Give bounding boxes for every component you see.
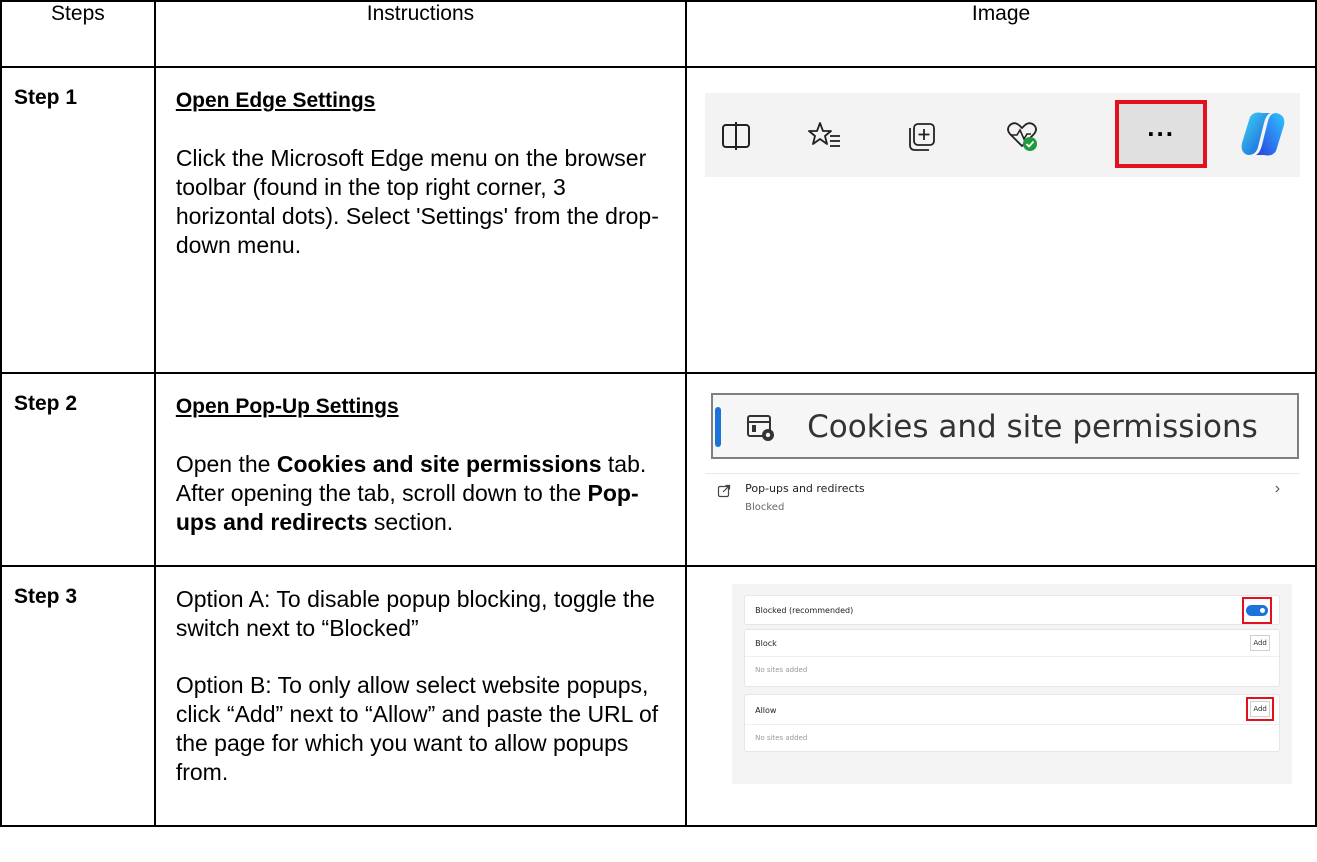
step-1-image: ... [685,66,1317,374]
popup-icon [718,484,731,498]
step-2-instructions: Open Pop-Up Settings Open the Cookies an… [153,372,688,567]
blocked-card: Blocked (recommended) [744,595,1281,625]
popups-redirects-row[interactable]: Pop-ups and redirects Blocked › [705,476,1301,536]
step-2-heading: Open Pop-Up Settings [175,395,399,418]
browser-essentials-icon[interactable] [1005,119,1039,153]
step-1-label: Step 1 [0,66,156,374]
block-add-button[interactable]: Add [1250,635,1271,651]
copilot-icon[interactable] [1236,107,1290,161]
divider [705,473,1301,474]
blocked-toggle[interactable] [1246,605,1269,616]
block-card: Block Add No sites added [744,629,1281,687]
text-part: Open the [175,451,277,477]
instructions-table: Steps Instructions Image Step 1 Open Edg… [0,0,1317,827]
allow-empty-text: No sites added [755,734,808,742]
bold-cookies: Cookies and site permissions [276,451,602,477]
divider [745,656,1280,657]
step-3-option-b: Option B: To only allow select website p… [175,672,659,785]
step-1-paragraph: Click the Microsoft Edge menu on the bro… [175,145,659,258]
text-part: section. [367,509,454,535]
blocked-label: Blocked (recommended) [755,606,854,615]
favorites-icon[interactable] [808,119,842,153]
step-3-instructions: Option A: To disable popup blocking, tog… [153,565,688,827]
allow-card: Allow Add No sites added [744,694,1281,752]
cookies-site-permissions-tab[interactable]: Cookies and site permissions [711,393,1300,459]
block-empty-text: No sites added [755,666,808,674]
step-2-image: Cookies and site permissions Pop-ups and… [685,372,1317,567]
header-image: Image [685,0,1317,68]
step-3-image: Blocked (recommended) Block Add No sites… [685,565,1317,827]
step-3-option-a: Option A: To disable popup blocking, tog… [175,586,655,641]
more-options-icon: ... [1147,112,1175,142]
more-options-button[interactable]: ... [1115,100,1208,168]
divider [745,724,1280,725]
step-1-instructions: Open Edge Settings Click the Microsoft E… [153,66,688,374]
edge-toolbar: ... [705,93,1301,177]
block-label: Block [755,639,777,648]
header-instructions: Instructions [153,0,688,68]
popups-title: Pop-ups and redirects [745,482,865,495]
site-permissions-icon [747,415,775,441]
split-screen-icon[interactable] [719,119,753,153]
step-3-label: Step 3 [0,565,156,827]
step-2-paragraph: Open the Cookies and site permissions ta… [176,450,665,537]
step-1-heading: Open Edge Settings [175,89,376,112]
allow-label: Allow [755,706,777,715]
selected-indicator [715,407,722,447]
cookies-tab-label: Cookies and site permissions [807,409,1258,445]
chevron-right-icon: › [1274,480,1281,497]
add-highlight [1246,697,1275,721]
collections-icon[interactable] [903,119,937,153]
step-2-label: Step 2 [0,372,156,567]
popup-settings-panel: Blocked (recommended) Block Add No sites… [732,584,1293,784]
popups-status: Blocked [745,502,785,513]
header-steps: Steps [0,0,156,68]
